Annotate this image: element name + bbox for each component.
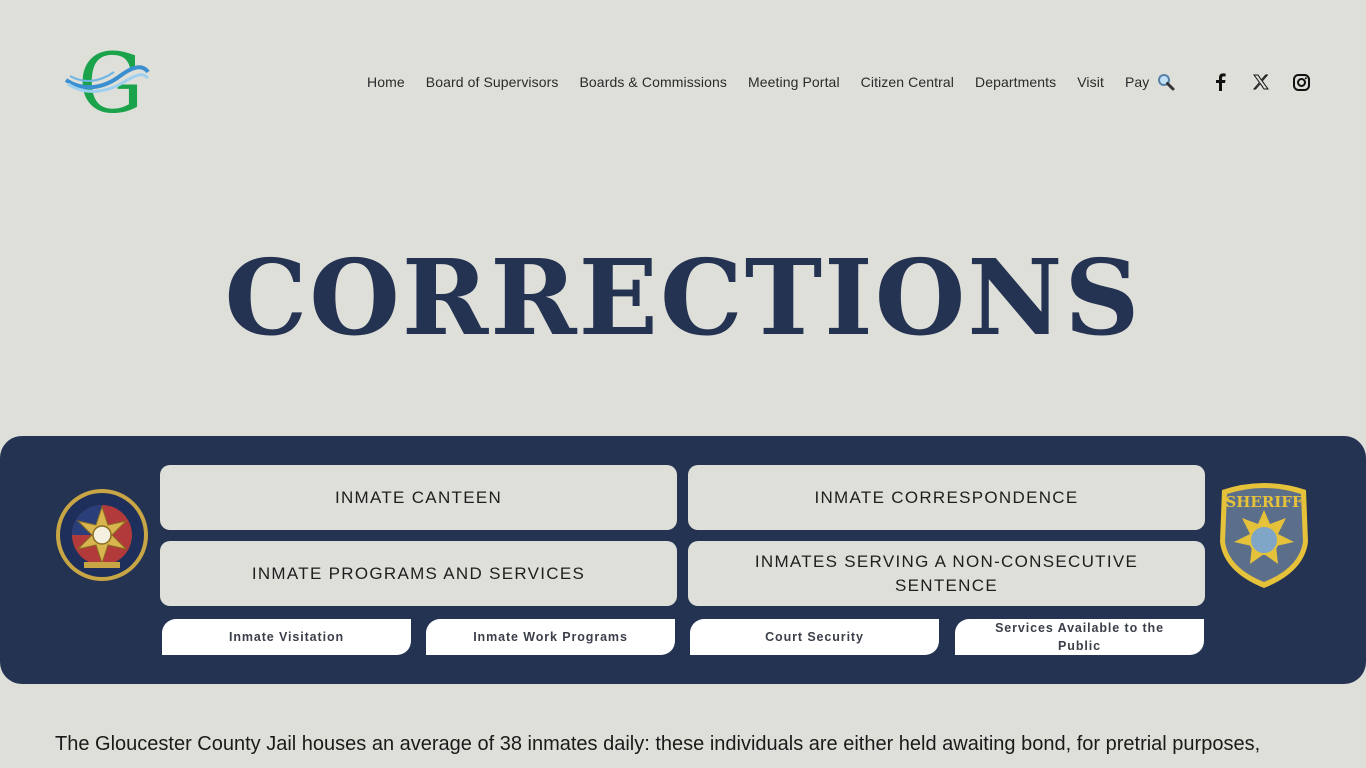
nav-home[interactable]: Home	[367, 74, 405, 90]
inmate-visitation-button[interactable]: Inmate Visitation	[162, 619, 411, 655]
nav-board-of-supervisors[interactable]: Board of Supervisors	[426, 74, 559, 90]
nav-citizen-central[interactable]: Citizen Central	[861, 74, 954, 90]
county-logo[interactable]: G	[64, 37, 150, 132]
court-security-button[interactable]: Court Security	[690, 619, 939, 655]
svg-text:SHERIFF: SHERIFF	[1225, 493, 1303, 511]
services-available-to-public-button[interactable]: Services Available to the Public	[955, 619, 1204, 655]
site-header: G Home Board of Supervisors Boards & Com…	[0, 0, 1366, 160]
nav-meeting-portal[interactable]: Meeting Portal	[748, 74, 840, 90]
non-consecutive-sentence-button[interactable]: INMATES SERVING A NON-CONSECUTIVE SENTEN…	[688, 541, 1205, 606]
page-title: CORRECTIONS	[224, 236, 1142, 359]
nav-visit[interactable]: Visit	[1077, 74, 1104, 90]
nav-departments[interactable]: Departments	[975, 74, 1056, 90]
nav-boards-commissions[interactable]: Boards & Commissions	[579, 74, 727, 90]
main-nav: Home Board of Supervisors Boards & Commi…	[367, 72, 1170, 92]
intro-paragraph: The Gloucester County Jail houses an ave…	[55, 733, 1261, 755]
instagram-icon[interactable]	[1291, 72, 1311, 92]
sheriffs-office-seal-icon	[54, 487, 150, 583]
svg-text:G: G	[78, 40, 144, 118]
inmate-canteen-button[interactable]: INMATE CANTEEN	[160, 465, 677, 530]
inmate-correspondence-button[interactable]: INMATE CORRESPONDENCE	[688, 465, 1205, 530]
facebook-icon[interactable]	[1210, 72, 1230, 92]
inmate-work-programs-button[interactable]: Inmate Work Programs	[426, 619, 675, 655]
x-icon[interactable]	[1251, 72, 1271, 92]
sheriff-badge-icon: SHERIFF	[1216, 480, 1312, 590]
inmate-programs-services-button[interactable]: INMATE PROGRAMS AND SERVICES	[160, 541, 677, 606]
nav-pay[interactable]: Pay	[1125, 74, 1149, 90]
search-icon[interactable]	[1157, 73, 1175, 91]
